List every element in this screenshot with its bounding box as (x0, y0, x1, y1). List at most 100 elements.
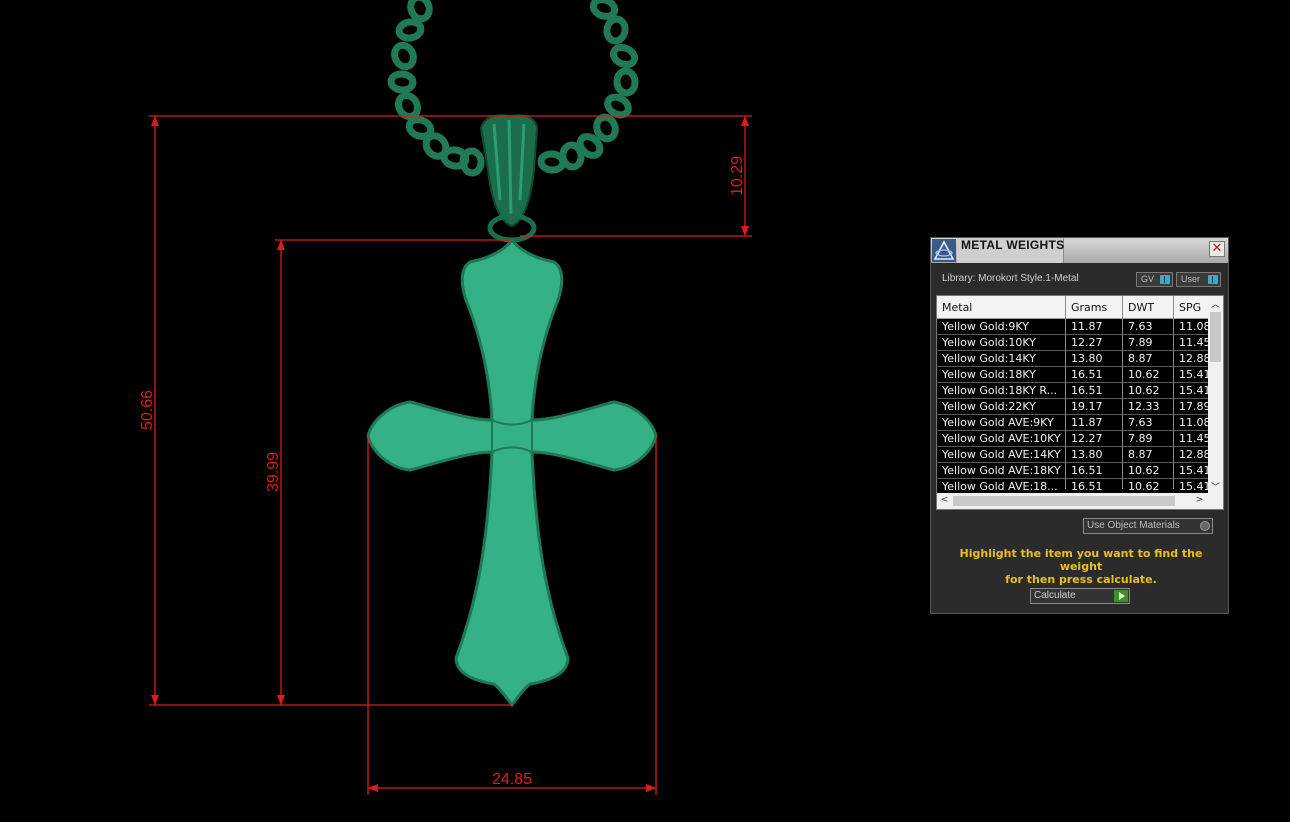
cell-grams: 13.80 (1071, 352, 1103, 365)
pendant-bail (479, 114, 539, 243)
cell-dwt: 7.89 (1128, 336, 1153, 349)
table-row[interactable]: Yellow Gold:9KY 11.87 7.63 11.08 (937, 319, 1209, 335)
cell-grams: 11.87 (1071, 320, 1103, 333)
metal-weights-panel: METAL WEIGHTS ✕ Library: Morokort Style.… (930, 237, 1229, 614)
cell-spg: 11.45 (1179, 432, 1209, 445)
vertical-scroll-thumb[interactable] (1210, 312, 1221, 362)
table-row[interactable]: Yellow Gold AVE:14KY 13.80 8.87 12.88 (937, 447, 1209, 463)
dimension-label-cross: 39.99 (265, 452, 282, 492)
cell-metal: Yellow Gold:9KY (942, 320, 1029, 333)
chain-link (537, 150, 567, 174)
chain-link (407, 0, 433, 23)
horizontal-scroll-thumb[interactable] (953, 496, 1175, 506)
radio-icon[interactable] (1200, 521, 1210, 531)
calculate-button[interactable]: Calculate (1030, 588, 1130, 604)
table-row[interactable]: Yellow Gold:22KY 19.17 12.33 17.89 (937, 399, 1209, 415)
panel-title: METAL WEIGHTS (961, 238, 1065, 252)
cell-spg: 11.08 (1179, 320, 1209, 333)
cell-grams: 16.51 (1071, 384, 1103, 397)
chain-link (395, 18, 425, 42)
gv-toggle-label: GV (1141, 274, 1155, 284)
table-row[interactable]: Yellow Gold:14KY 13.80 8.87 12.88 (937, 351, 1209, 367)
toggle-knob-icon (1208, 275, 1218, 284)
cell-spg: 15.41 (1179, 368, 1209, 381)
scroll-up-icon[interactable]: ︿ (1208, 297, 1223, 310)
cell-dwt: 10.62 (1128, 480, 1160, 493)
horizontal-scrollbar[interactable]: < > (937, 493, 1209, 509)
cell-dwt: 8.87 (1128, 352, 1153, 365)
cell-grams: 16.51 (1071, 368, 1103, 381)
cell-spg: 15.41 (1179, 384, 1209, 397)
cell-spg: 15.41 (1179, 480, 1209, 493)
close-icon[interactable]: ✕ (1209, 241, 1225, 257)
cell-metal: Yellow Gold:22KY (942, 400, 1036, 413)
dimension-label-bail: 10.29 (729, 156, 746, 196)
app-logo-icon (932, 239, 956, 262)
table-row[interactable]: Yellow Gold:18KY R... 16.51 10.62 15.41 (937, 383, 1209, 399)
scroll-left-icon[interactable]: < (937, 495, 952, 505)
library-label: Library: Morokort Style.1-Metal (942, 273, 1079, 284)
column-header-metal[interactable]: Metal (942, 301, 972, 314)
scroll-down-icon[interactable]: ﹀ (1208, 480, 1223, 493)
cell-dwt: 7.63 (1128, 320, 1153, 333)
cell-metal: Yellow Gold AVE:10KY (942, 432, 1061, 445)
scrollbar-corner (1208, 493, 1223, 509)
cell-grams: 16.51 (1071, 464, 1103, 477)
cell-dwt: 7.89 (1128, 432, 1153, 445)
user-toggle-label: User (1181, 274, 1201, 284)
cell-dwt: 10.62 (1128, 368, 1160, 381)
chain-link (613, 67, 639, 97)
scroll-right-icon[interactable]: > (1192, 495, 1207, 505)
column-header-spg[interactable]: SPG (1179, 301, 1201, 314)
chain-link (459, 147, 485, 177)
cell-grams: 19.17 (1071, 400, 1103, 413)
chain-link (387, 70, 417, 94)
dimension-bail-height (520, 115, 752, 237)
vertical-scrollbar[interactable]: ︿ ﹀ (1208, 296, 1223, 493)
column-header-dwt[interactable]: DWT (1128, 301, 1154, 314)
table-row[interactable]: Yellow Gold:10KY 12.27 7.89 11.45 (937, 335, 1209, 351)
panel-titlebar[interactable]: METAL WEIGHTS ✕ (931, 238, 1228, 263)
table-row[interactable]: Yellow Gold AVE:18KY 16.51 10.62 15.41 (937, 463, 1209, 479)
cell-dwt: 7.63 (1128, 416, 1153, 429)
use-object-materials-option[interactable]: Use Object Materials (1083, 518, 1213, 534)
cell-spg: 15.41 (1179, 464, 1209, 477)
cell-grams: 13.80 (1071, 448, 1103, 461)
chain-link (603, 15, 629, 45)
cell-grams: 11.87 (1071, 416, 1103, 429)
cell-metal: Yellow Gold:18KY R... (942, 384, 1058, 397)
cell-spg: 17.89 (1179, 400, 1209, 413)
cell-metal: Yellow Gold:10KY (942, 336, 1036, 349)
cell-metal: Yellow Gold AVE:18KY (942, 464, 1061, 477)
user-toggle[interactable]: User (1176, 272, 1221, 287)
cell-spg: 12.88 (1179, 352, 1209, 365)
cell-metal: Yellow Gold AVE:14KY (942, 448, 1061, 461)
cell-dwt: 12.33 (1128, 400, 1160, 413)
cell-metal: Yellow Gold AVE:9KY (942, 416, 1054, 429)
table-row[interactable]: Yellow Gold AVE:9KY 11.87 7.63 11.08 (937, 415, 1209, 431)
cell-spg: 12.88 (1179, 448, 1209, 461)
cell-dwt: 10.62 (1128, 384, 1160, 397)
use-object-materials-label: Use Object Materials (1087, 520, 1180, 531)
toggle-knob-icon (1160, 275, 1170, 284)
column-header-grams[interactable]: Grams (1071, 301, 1107, 314)
gv-toggle[interactable]: GV (1136, 272, 1173, 287)
dimension-label-total: 50.66 (139, 390, 156, 430)
column-divider (1173, 296, 1174, 489)
cell-metal: Yellow Gold AVE:18... (942, 480, 1058, 493)
column-divider (1065, 296, 1066, 489)
cell-grams: 12.27 (1071, 336, 1103, 349)
chain-link (391, 41, 417, 71)
chain-link (609, 43, 639, 69)
dimension-label-width: 24.85 (492, 771, 532, 788)
instruction-line-2: for then press calculate. (1005, 573, 1157, 586)
cell-grams: 12.27 (1071, 432, 1103, 445)
metal-weights-table[interactable]: Metal Grams DWT SPG Yellow Gold:9KY 11.87… (936, 295, 1224, 510)
calculate-label: Calculate (1034, 590, 1076, 601)
table-row[interactable]: Yellow Gold AVE:10KY 12.27 7.89 11.45 (937, 431, 1209, 447)
cell-metal: Yellow Gold:14KY (942, 352, 1036, 365)
instruction-text: Highlight the item you want to find the … (943, 547, 1219, 586)
table-row[interactable]: Yellow Gold:18KY 16.51 10.62 15.41 (937, 367, 1209, 383)
table-header: Metal Grams DWT SPG (937, 296, 1208, 319)
dimension-total-height (149, 115, 520, 706)
